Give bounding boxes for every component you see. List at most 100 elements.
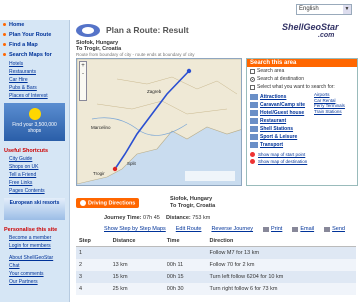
- driving-directions-button[interactable]: Driving Directions: [76, 197, 140, 209]
- zoom-in-button[interactable]: +: [80, 62, 86, 70]
- reverse-journey-link[interactable]: Reverse Journey: [211, 226, 253, 232]
- step-time: 00h 15: [163, 271, 207, 283]
- shell-station-icon: [250, 126, 258, 132]
- become-member-link[interactable]: Become a member: [0, 234, 69, 242]
- language-value: English: [299, 6, 319, 12]
- poi-hotel[interactable]: Hotel/Guest house: [250, 110, 312, 116]
- step-direction: Follow 70 for 2 km: [206, 259, 356, 271]
- checkbox-icon[interactable]: [250, 84, 255, 90]
- step-direction: Turn right follow 6 for 73 km: [206, 283, 356, 295]
- route-note: Route from boundary of city - route ends…: [76, 52, 195, 57]
- poi-sport[interactable]: Sport & Leisure: [250, 134, 312, 140]
- sub-hotels[interactable]: Hotels: [0, 60, 69, 68]
- search-area-option[interactable]: Search area: [247, 67, 357, 75]
- distance-label: Distance:: [165, 215, 191, 221]
- journey-time-value: 07h 45: [143, 215, 160, 221]
- shortcut-tell-friend[interactable]: Tell a Friend: [0, 171, 69, 179]
- useful-shortcuts-heading: Useful Shortcuts: [4, 148, 49, 154]
- sun-icon: [28, 108, 41, 120]
- shortcut-shops[interactable]: Shops on UK: [0, 163, 69, 171]
- col-time: Time: [163, 236, 207, 247]
- poi-transport[interactable]: Transport: [250, 142, 312, 148]
- transport-sub-list: Airports Car Rental Ferry Terminals Trai…: [314, 92, 354, 150]
- language-select[interactable]: English ▼: [296, 4, 352, 15]
- poi-restaurant[interactable]: Restaurant: [250, 118, 312, 124]
- about-link[interactable]: About ShellGeoStar: [0, 254, 69, 262]
- poi-shell-stations[interactable]: Shell Stations: [250, 126, 312, 132]
- direction-links: Show Step by Step Maps Edit Route Revers…: [104, 226, 345, 232]
- nav-home[interactable]: Home: [0, 20, 69, 30]
- promo-banner-shops[interactable]: Find your 3,500,000 shops: [4, 103, 65, 141]
- nav-plan-route[interactable]: Plan Your Route: [0, 30, 69, 40]
- col-distance: Distance: [109, 236, 164, 247]
- poi-attractions[interactable]: Attractions: [250, 94, 312, 100]
- page-title: Plan a Route: Result: [106, 25, 189, 35]
- transport-icon: [250, 142, 258, 148]
- step-direction: Follow M7 for 13 km: [206, 246, 356, 259]
- show-destination-link[interactable]: Show map of destination: [247, 158, 357, 165]
- email-button[interactable]: Email: [292, 226, 314, 232]
- poi-list: Attractions Caravan/Camp site Hotel/Gues…: [250, 92, 312, 150]
- table-row: 2 13 km 00h 11 Follow 70 for 2 km: [76, 259, 356, 271]
- directions-table: Step Distance Time Direction 1 Follow M7…: [76, 236, 356, 295]
- sub-places[interactable]: Places of Interest: [0, 92, 69, 100]
- sub-car-hire[interactable]: Car Hire: [0, 76, 69, 84]
- table-row: 1 Follow M7 for 13 km: [76, 246, 356, 259]
- login-link[interactable]: Login for members: [0, 242, 69, 250]
- brand-logo[interactable]: ShellGeoStar: [282, 22, 339, 32]
- map-graphic: [77, 59, 241, 185]
- sub-restaurants[interactable]: Restaurants: [0, 68, 69, 76]
- car-icon: [80, 199, 86, 206]
- shortcut-pages[interactable]: Pages Contents: [0, 187, 69, 195]
- shortcut-free-links[interactable]: Free Links: [0, 179, 69, 187]
- step-distance: 15 km: [109, 271, 164, 283]
- panel-heading: Search this area: [247, 59, 357, 67]
- comments-link[interactable]: Your comments: [0, 270, 69, 278]
- radio-icon[interactable]: [250, 76, 255, 82]
- sport-icon: [250, 134, 258, 140]
- shortcut-city-guide[interactable]: City Guide: [0, 155, 69, 163]
- marker-icon: [250, 152, 255, 157]
- step-distance: [109, 246, 164, 259]
- col-step: Step: [76, 236, 110, 247]
- checkbox-icon[interactable]: [250, 68, 255, 74]
- directions-from: Siofok, Hungary: [170, 196, 213, 202]
- nav-search-maps[interactable]: Search Maps for: [0, 50, 69, 60]
- sidebar-nav: Home Plan Your Route Find a Map Search M…: [0, 20, 69, 60]
- partners-link[interactable]: Our Partners: [0, 278, 69, 286]
- poi-campsite[interactable]: Caravan/Camp site: [250, 102, 312, 108]
- zoom-out-button[interactable]: -: [80, 70, 86, 78]
- poi-train[interactable]: Train Stations: [314, 109, 354, 115]
- step-maps-link[interactable]: Show Step by Step Maps: [104, 226, 166, 232]
- show-start-link[interactable]: Show map of start point: [247, 151, 357, 158]
- promo-ski-text: European ski resorts: [9, 200, 60, 206]
- sub-pubs[interactable]: Pubs & Bars: [0, 84, 69, 92]
- personalise-links: Become a member Login for members: [0, 234, 69, 250]
- promo-banner-ski[interactable]: European ski resorts: [4, 198, 65, 220]
- step-number: 2: [76, 259, 110, 271]
- distance-value: 753 km: [192, 215, 211, 221]
- select-prompt: Select what you want to search for:: [257, 84, 335, 90]
- table-row: 3 15 km 00h 15 Turn left follow 6204 for…: [76, 271, 356, 283]
- map-zoom-control[interactable]: + -: [79, 61, 87, 101]
- chat-link[interactable]: Chat: [0, 262, 69, 270]
- edit-route-link[interactable]: Edit Route: [176, 226, 202, 232]
- step-number: 1: [76, 246, 110, 259]
- send-button[interactable]: Send: [324, 226, 345, 232]
- poi-grid: Attractions Caravan/Camp site Hotel/Gues…: [247, 91, 357, 151]
- select-prompt-row: Select what you want to search for:: [247, 83, 357, 91]
- attractions-icon: [250, 94, 258, 100]
- map-city-label: Marcelino: [91, 125, 111, 130]
- search-destination-label: Search at destination: [257, 76, 304, 82]
- search-destination-option[interactable]: Search at destination: [247, 75, 357, 83]
- nav-find-map[interactable]: Find a Map: [0, 40, 69, 50]
- send-icon: [324, 226, 331, 232]
- print-button[interactable]: Print: [263, 226, 282, 232]
- route-map[interactable]: + - Zagreb Marcelino Split Trogir: [76, 58, 242, 186]
- table-row: 4 25 km 00h 30 Turn right follow 6 for 7…: [76, 283, 356, 295]
- search-area-panel: Search this area Search area Search at d…: [246, 58, 358, 186]
- chevron-down-icon: ▼: [343, 5, 351, 14]
- directions-to: To Trogir, Croatia: [170, 203, 216, 209]
- map-city-label: Split: [127, 161, 136, 166]
- step-number: 3: [76, 271, 110, 283]
